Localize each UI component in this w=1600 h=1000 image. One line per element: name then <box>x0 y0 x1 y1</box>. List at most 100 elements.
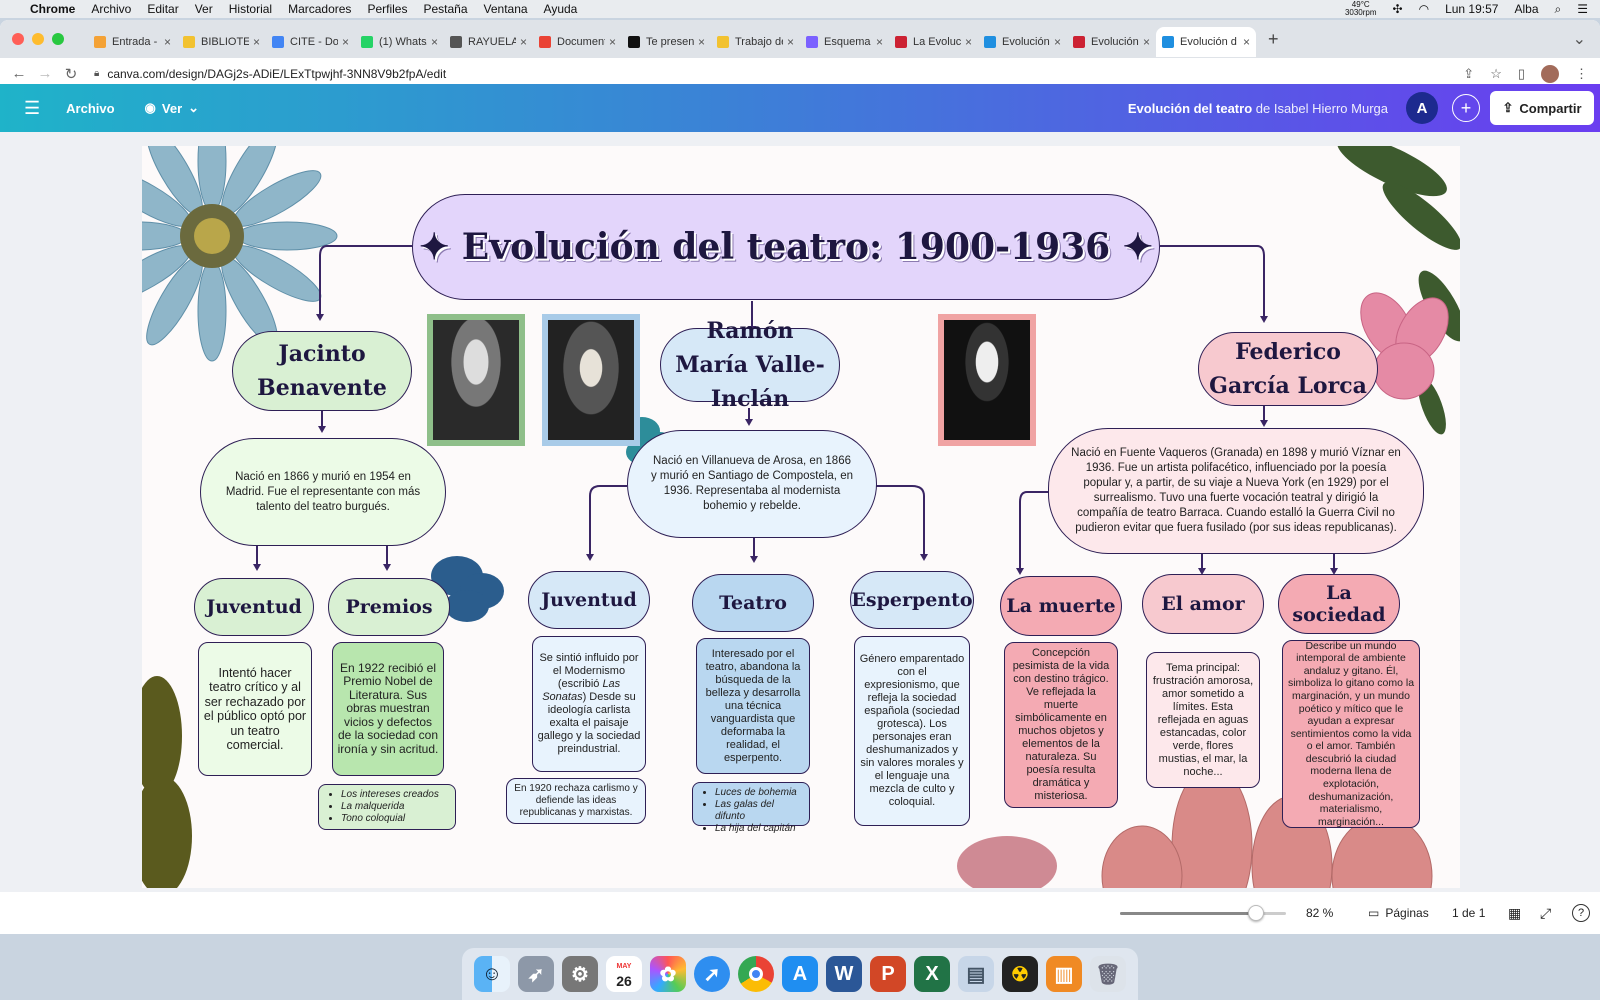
valle-bio[interactable]: Nació en Villanueva de Arosa, en 1866 y … <box>627 430 877 538</box>
document-title[interactable]: Evolución del teatro de Isabel Hierro Mu… <box>1128 101 1388 116</box>
help-icon[interactable]: ? <box>1572 904 1590 922</box>
system-preferences-icon[interactable]: ⚙ <box>562 956 598 992</box>
close-tab-icon[interactable]: × <box>609 35 616 49</box>
preview-icon[interactable]: ▤ <box>958 956 994 992</box>
maximize-window-button[interactable] <box>52 33 64 45</box>
close-tab-icon[interactable]: × <box>787 35 794 49</box>
menu-ayuda[interactable]: Ayuda <box>544 2 578 16</box>
lock-icon[interactable]: 🔒︎ <box>94 68 99 79</box>
wifi-icon[interactable]: ◠ <box>1419 2 1429 16</box>
share-button[interactable]: ⇪ Compartir <box>1490 91 1594 125</box>
safari-icon[interactable]: ➚ <box>694 956 730 992</box>
grid-view-icon[interactable]: ▦ <box>1508 905 1521 922</box>
user-avatar[interactable]: A <box>1406 92 1438 124</box>
benavente-works-list[interactable]: Los intereses creados La malquerida Tono… <box>318 784 456 830</box>
valle-teatro-title[interactable]: Teatro <box>692 574 814 632</box>
benavente-name[interactable]: Jacinto Benavente <box>232 331 412 411</box>
word-icon[interactable]: W <box>826 956 862 992</box>
add-collaborator-button[interactable]: + <box>1452 94 1480 122</box>
browser-tab[interactable]: La Evolución × <box>889 27 978 57</box>
minimize-window-button[interactable] <box>32 33 44 45</box>
benavente-bio[interactable]: Nació en 1866 y murió en 1954 en Madrid.… <box>200 438 446 546</box>
lorca-sociedad-title[interactable]: La sociedad <box>1278 574 1400 634</box>
zoom-slider[interactable] <box>1120 905 1286 921</box>
benavente-juventud-text[interactable]: Intentó hacer teatro crítico y al ser re… <box>198 642 312 776</box>
close-tab-icon[interactable]: × <box>342 35 349 49</box>
lorca-amor-title[interactable]: El amor <box>1142 574 1264 634</box>
zoom-slider-handle[interactable] <box>1248 905 1265 921</box>
browser-tab[interactable]: Documento × <box>533 27 622 57</box>
browser-tab[interactable]: Trabajo de × <box>711 27 800 57</box>
close-tab-icon[interactable]: × <box>876 35 883 49</box>
menu-marcadores[interactable]: Marcadores <box>288 2 351 16</box>
browser-tab[interactable]: Entrada - Ed × <box>88 27 177 57</box>
photos-icon[interactable]: ✿ <box>650 956 686 992</box>
valle-esperpento-title[interactable]: Esperpento <box>850 571 974 629</box>
bookmark-star-icon[interactable]: ☆ <box>1490 66 1502 82</box>
file-menu[interactable]: Archivo <box>66 101 114 116</box>
share-page-icon[interactable]: ⇪ <box>1463 66 1474 82</box>
menu-ver[interactable]: Ver <box>195 2 213 16</box>
browser-tab[interactable]: Evolución d × <box>978 27 1067 57</box>
view-menu[interactable]: ◉ Ver ⌄ <box>145 100 200 116</box>
fullscreen-icon[interactable]: ⤢ <box>1540 905 1551 922</box>
user-name[interactable]: Alba <box>1514 2 1538 16</box>
back-icon[interactable]: ← <box>6 65 32 82</box>
valle-juventud-title[interactable]: Juventud <box>528 571 650 629</box>
valle-juventud-text[interactable]: Se sintió influido por el Modernismo (es… <box>532 636 646 772</box>
valle-name[interactable]: Ramón María Valle-Inclán <box>660 318 840 412</box>
temperature-widget[interactable]: 49°C 3030rpm <box>1345 1 1377 17</box>
forward-icon[interactable]: → <box>32 65 58 82</box>
menu-ventana[interactable]: Ventana <box>484 2 528 16</box>
close-tab-icon[interactable]: × <box>1143 35 1150 49</box>
lorca-muerte-title[interactable]: La muerte <box>1000 576 1122 636</box>
valle-works-list[interactable]: Luces de bohemia Las galas del difunto L… <box>692 782 810 834</box>
hamburger-menu-icon[interactable]: ☰ <box>24 98 40 119</box>
close-tab-icon[interactable]: × <box>1243 35 1250 49</box>
close-tab-icon[interactable]: × <box>253 35 260 49</box>
benavente-premios-title[interactable]: Premios <box>328 578 450 636</box>
more-menu-icon[interactable]: ⋮ <box>1575 66 1588 82</box>
lorca-sociedad-text[interactable]: Describe un mundo intemporal de ambiente… <box>1282 640 1420 828</box>
menu-app-name[interactable]: Chrome <box>30 2 75 16</box>
close-tab-icon[interactable]: × <box>698 35 705 49</box>
close-window-button[interactable] <box>12 33 24 45</box>
lorca-amor-text[interactable]: Tema principal: frustración amorosa, amo… <box>1146 652 1260 788</box>
menu-editar[interactable]: Editar <box>147 2 178 16</box>
browser-tab[interactable]: (1) WhatsAp × <box>355 27 444 57</box>
trash-icon[interactable]: 🗑︎ <box>1090 956 1126 992</box>
lorca-bio[interactable]: Nació en Fuente Vaqueros (Granada) en 18… <box>1048 428 1424 554</box>
fan-icon[interactable]: ✣ <box>1393 2 1403 16</box>
zoom-level[interactable]: 82 % <box>1306 906 1333 920</box>
finder-icon[interactable]: ☺ <box>474 956 510 992</box>
new-tab-button[interactable]: + <box>1268 29 1279 50</box>
excel-icon[interactable]: X <box>914 956 950 992</box>
reload-icon[interactable]: ↻ <box>58 65 84 83</box>
valle-juventud-extra[interactable]: En 1920 rechaza carlismo y defiende las … <box>506 778 646 824</box>
radiation-app-icon[interactable]: ☢ <box>1002 956 1038 992</box>
lorca-name[interactable]: Federico García Lorca <box>1198 332 1378 406</box>
browser-tab[interactable]: BIBLIOTECA × <box>177 27 266 57</box>
menu-pestana[interactable]: Pestaña <box>423 2 467 16</box>
browser-tab[interactable]: CITE - Docu × <box>266 27 355 57</box>
lorca-photo-frame[interactable] <box>938 314 1036 446</box>
menu-archivo[interactable]: Archivo <box>91 2 131 16</box>
valle-esperpento-text[interactable]: Género emparentado con el expresionismo,… <box>854 636 970 826</box>
close-tab-icon[interactable]: × <box>164 35 171 49</box>
browser-tab[interactable]: RAYUELA × <box>444 27 533 57</box>
benavente-premios-text[interactable]: En 1922 recibió el Premio Nobel de Liter… <box>332 642 444 776</box>
design-canvas[interactable]: ✦ Evolución del teatro: 1900-1936 ✦ Jaci… <box>142 146 1460 888</box>
browser-tab[interactable]: Evolución d × <box>1156 27 1256 57</box>
launchpad-icon[interactable]: ➶ <box>518 956 554 992</box>
browser-tab[interactable]: Te presento × <box>622 27 711 57</box>
close-tab-icon[interactable]: × <box>1054 35 1061 49</box>
valle-teatro-text[interactable]: Interesado por el teatro, abandona la bú… <box>696 638 810 774</box>
spotlight-icon[interactable]: ⌕ <box>1555 2 1562 17</box>
browser-tab[interactable]: Evolución d × <box>1067 27 1156 57</box>
close-tab-icon[interactable]: × <box>520 35 527 49</box>
side-panel-icon[interactable]: ▯ <box>1518 66 1525 82</box>
benavente-photo-frame[interactable] <box>427 314 525 446</box>
books-icon[interactable]: ▥ <box>1046 956 1082 992</box>
url-text[interactable]: canva.com/design/DAGj2s-ADiE/LExTtpwjhf-… <box>107 67 446 81</box>
calendar-icon[interactable]: MAY 26 <box>606 956 642 992</box>
